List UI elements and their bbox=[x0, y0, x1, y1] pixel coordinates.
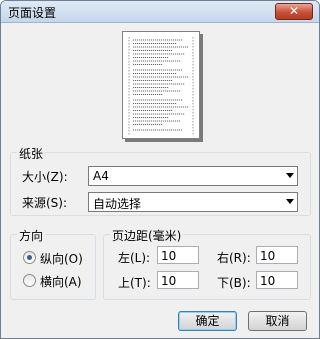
portrait-label[interactable]: 纵向(O) bbox=[40, 250, 83, 267]
paper-source-select[interactable]: 自动选择 bbox=[88, 192, 298, 212]
landscape-radio[interactable] bbox=[23, 274, 36, 287]
preview-text-lines bbox=[128, 37, 194, 135]
top-margin-input[interactable]: 10 bbox=[157, 271, 199, 289]
orientation-group: 方向 bbox=[10, 227, 96, 300]
close-button[interactable]: ✕ bbox=[275, 3, 313, 20]
top-margin-label: 上(T): bbox=[118, 276, 151, 290]
landscape-label[interactable]: 横向(A) bbox=[40, 273, 82, 290]
size-label: 大小(Z): bbox=[22, 170, 68, 184]
paper-size-value: A4 bbox=[93, 169, 109, 183]
dialog-title: 页面设置 bbox=[8, 6, 57, 20]
bottom-margin-label: 下(B): bbox=[217, 276, 251, 290]
orientation-group-title: 方向 bbox=[17, 227, 46, 244]
chevron-down-icon bbox=[286, 199, 294, 204]
paper-source-value: 自动选择 bbox=[93, 197, 142, 211]
chevron-down-icon bbox=[286, 173, 294, 178]
paper-group-title: 纸张 bbox=[17, 145, 46, 162]
right-margin-value: 10 bbox=[260, 249, 276, 263]
right-margin-input[interactable]: 10 bbox=[256, 246, 298, 264]
left-margin-value: 10 bbox=[161, 249, 177, 263]
bottom-margin-value: 10 bbox=[260, 274, 276, 288]
title-bar[interactable]: 页面设置 ✕ bbox=[1, 1, 319, 23]
bottom-margin-input[interactable]: 10 bbox=[256, 271, 298, 289]
margins-group-title: 页边距(毫米) bbox=[110, 227, 184, 244]
paper-size-select[interactable]: A4 bbox=[88, 166, 298, 186]
page-setup-dialog: 页面设置 ✕ 纸张 大小(Z): A4 来源(S): 自动选择 方向 纵向(O)… bbox=[0, 0, 320, 339]
ok-button[interactable]: 确定 bbox=[178, 311, 237, 331]
portrait-radio[interactable] bbox=[23, 251, 36, 264]
source-label: 来源(S): bbox=[22, 196, 68, 210]
top-margin-value: 10 bbox=[161, 274, 177, 288]
page-preview bbox=[122, 31, 200, 139]
left-margin-input[interactable]: 10 bbox=[157, 246, 199, 264]
right-margin-label: 右(R): bbox=[217, 251, 251, 265]
left-margin-label: 左(L): bbox=[118, 251, 151, 265]
cancel-button[interactable]: 取消 bbox=[248, 311, 307, 331]
